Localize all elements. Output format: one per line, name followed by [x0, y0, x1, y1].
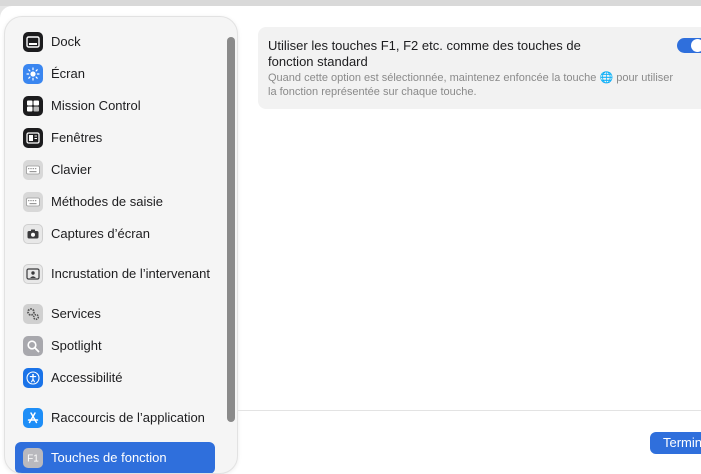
services-icon	[23, 304, 43, 324]
sidebar-scroll-thumb[interactable]	[227, 37, 235, 422]
sidebar-item-label: Accessibilité	[51, 370, 123, 385]
windows-icon	[23, 128, 43, 148]
sidebar-item-input-methods[interactable]: Méthodes de saisie	[15, 186, 215, 218]
standard-function-keys-toggle[interactable]	[677, 38, 701, 53]
sidebar-item-display[interactable]: Écran	[15, 58, 215, 90]
sidebar-item-spotlight[interactable]: Spotlight	[15, 330, 215, 362]
sidebar-item-screenshots[interactable]: Captures d’écran	[15, 218, 215, 250]
mission-control-icon	[23, 96, 43, 116]
sidebar-item-label: Méthodes de saisie	[51, 194, 164, 209]
svg-text:F1: F1	[27, 454, 39, 465]
sidebar-list: Dock Écran Mission Control Fenêtres Clav	[15, 26, 215, 473]
sidebar-item-label: Raccourcis de l’application	[51, 410, 205, 425]
toggle-knob	[691, 39, 701, 52]
sidebar-item-label: Clavier	[51, 162, 92, 177]
sidebar-item-label: Incrustation de l’intervenant	[51, 266, 210, 281]
sidebar-item-services[interactable]: Services	[15, 298, 215, 330]
sidebar-item-windows[interactable]: Fenêtres	[15, 122, 215, 154]
sidebar-item-presenter-overlay[interactable]: Incrustation de l’intervenant	[15, 250, 215, 298]
accessibility-icon	[23, 368, 43, 388]
footer-divider	[238, 410, 701, 411]
display-icon	[23, 64, 43, 84]
dock-icon	[23, 32, 43, 52]
sidebar-item-label: Mission Control	[51, 98, 141, 113]
done-button[interactable]: Terminé	[650, 432, 701, 454]
input-methods-icon	[23, 192, 43, 212]
option-title: Utiliser les touches F1, F2 etc. comme d…	[268, 38, 581, 69]
spotlight-icon	[23, 336, 43, 356]
sidebar-item-label: Fenêtres	[51, 130, 103, 145]
sidebar-item-dock[interactable]: Dock	[15, 26, 215, 58]
sidebar-item-app-shortcuts[interactable]: Raccourcis de l’application	[15, 394, 215, 442]
function-keys-option-card: Utiliser les touches F1, F2 etc. comme d…	[258, 27, 701, 109]
sidebar-item-label: Dock	[51, 34, 81, 49]
sidebar-item-function-keys[interactable]: F1 Touches de fonction	[15, 442, 215, 473]
presenter-overlay-icon	[23, 264, 43, 284]
sidebar-item-mission-control[interactable]: Mission Control	[15, 90, 215, 122]
sidebar-item-accessibility[interactable]: Accessibilité	[15, 362, 215, 394]
option-description: Quand cette option est sélectionnée, mai…	[268, 72, 674, 98]
screenshot-icon	[23, 224, 43, 244]
sidebar-scrollbar[interactable]	[227, 37, 237, 447]
sidebar-item-label: Écran	[51, 66, 85, 81]
function-keys-icon: F1	[23, 448, 43, 468]
sidebar-item-label: Spotlight	[51, 338, 102, 353]
sidebar: Dock Écran Mission Control Fenêtres Clav	[4, 16, 238, 474]
keyboard-icon	[23, 160, 43, 180]
sidebar-item-label: Services	[51, 306, 101, 321]
sidebar-item-label: Touches de fonction	[51, 450, 167, 465]
sidebar-item-label: Captures d’écran	[51, 226, 150, 241]
sidebar-item-keyboard[interactable]: Clavier	[15, 154, 215, 186]
app-shortcuts-icon	[23, 408, 43, 428]
